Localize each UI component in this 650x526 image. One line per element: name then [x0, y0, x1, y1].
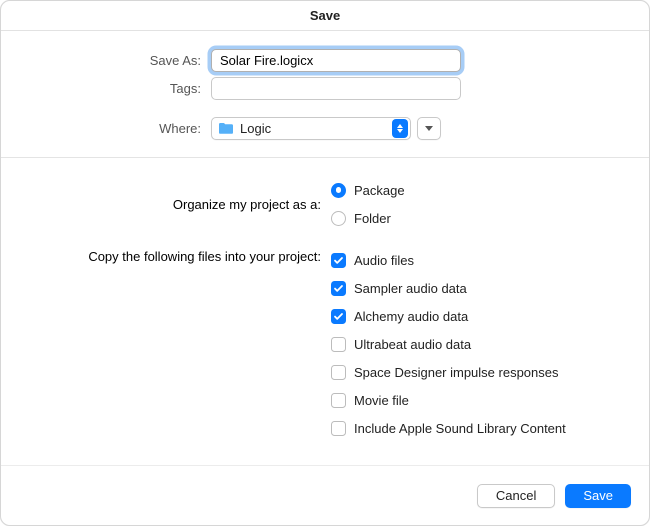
checkbox-icon: [331, 337, 346, 352]
organize-option-label: Folder: [354, 211, 391, 226]
updown-stepper-icon: [392, 119, 408, 138]
save-dialog: Save Save As: Tags: Where: Logic: [0, 0, 650, 526]
copy-option[interactable]: Ultrabeat audio data: [331, 330, 566, 358]
copy-option-label: Movie file: [354, 393, 409, 408]
checkbox-icon: [331, 421, 346, 436]
copy-option[interactable]: Movie file: [331, 386, 566, 414]
checkbox-icon: [331, 309, 346, 324]
organize-label: Organize my project as a:: [1, 197, 331, 212]
copy-option-label: Alchemy audio data: [354, 309, 468, 324]
radio-icon: [331, 183, 346, 198]
copy-option-label: Sampler audio data: [354, 281, 467, 296]
checkbox-icon: [331, 281, 346, 296]
organize-option-label: Package: [354, 183, 405, 198]
checkbox-icon: [331, 365, 346, 380]
where-label: Where:: [1, 121, 211, 136]
checkbox-icon: [331, 393, 346, 408]
copy-option-label: Include Apple Sound Library Content: [354, 421, 566, 436]
copy-option[interactable]: Alchemy audio data: [331, 302, 566, 330]
tags-label: Tags:: [1, 81, 211, 96]
where-folder-name: Logic: [240, 121, 388, 136]
dialog-footer: Cancel Save: [1, 465, 649, 525]
copy-label: Copy the following files into your proje…: [1, 246, 331, 264]
where-popup[interactable]: Logic: [211, 117, 411, 140]
save-button[interactable]: Save: [565, 484, 631, 508]
copy-option[interactable]: Sampler audio data: [331, 274, 566, 302]
copy-option-label: Ultrabeat audio data: [354, 337, 471, 352]
checkbox-icon: [331, 253, 346, 268]
radio-icon: [331, 211, 346, 226]
save-as-label: Save As:: [1, 53, 211, 68]
copy-option-label: Space Designer impulse responses: [354, 365, 559, 380]
save-as-input[interactable]: [211, 49, 461, 72]
expand-button[interactable]: [417, 117, 441, 140]
dialog-title: Save: [1, 1, 649, 31]
copy-option-label: Audio files: [354, 253, 414, 268]
copy-option[interactable]: Include Apple Sound Library Content: [331, 414, 566, 442]
copy-option[interactable]: Space Designer impulse responses: [331, 358, 566, 386]
chevron-down-icon: [425, 126, 433, 131]
organize-option-package[interactable]: Package: [331, 176, 405, 204]
folder-icon: [218, 122, 234, 135]
cancel-button[interactable]: Cancel: [477, 484, 555, 508]
copy-option[interactable]: Audio files: [331, 246, 566, 274]
tags-input[interactable]: [211, 77, 461, 100]
organize-option-folder[interactable]: Folder: [331, 204, 405, 232]
